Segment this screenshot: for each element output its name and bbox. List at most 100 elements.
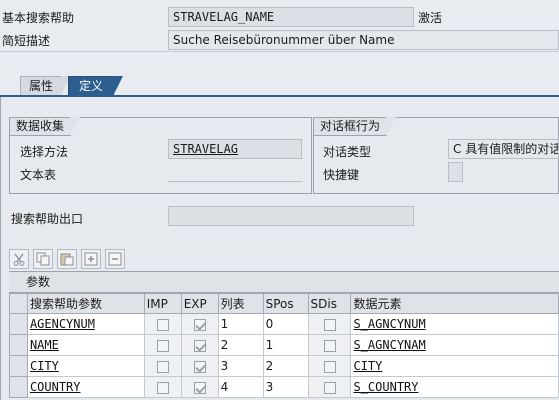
imp-cell[interactable] [143, 355, 182, 377]
paste-icon [60, 253, 74, 266]
sdis-cell[interactable] [307, 313, 352, 335]
short-description-field[interactable]: Suche Reisebüronummer über Name [168, 30, 559, 50]
header-divider [0, 51, 559, 52]
tab-definition[interactable]: 定义 [68, 76, 123, 96]
column-header-sdis[interactable]: SDis [307, 293, 352, 314]
imp-checkbox[interactable] [156, 381, 169, 394]
param-name-cell[interactable]: AGENCYNUM [26, 313, 145, 335]
param-name-cell[interactable]: NAME [26, 334, 145, 356]
list-pos-value: 3 [220, 359, 229, 373]
data-element-name[interactable]: CITY [353, 359, 382, 373]
exp-cell[interactable] [180, 355, 219, 377]
text-table-field[interactable] [168, 181, 302, 182]
selection-method-label: 选择方法 [20, 145, 69, 159]
delete-row-icon [108, 252, 122, 266]
data-element-cell[interactable]: S_AGNCYNAM [350, 334, 559, 356]
row-selector[interactable] [9, 334, 28, 356]
list-pos-value: 1 [220, 317, 229, 331]
spos-cell[interactable]: 3 [262, 376, 309, 398]
search-help-exit-label: 搜索帮助出口 [11, 212, 84, 226]
imp-checkbox[interactable] [156, 360, 169, 373]
spos-value: 0 [265, 317, 274, 331]
imp-cell[interactable] [143, 376, 182, 398]
spos-value: 2 [265, 359, 274, 373]
param-name-cell[interactable]: COUNTRY [26, 376, 145, 398]
exp-cell[interactable] [180, 313, 219, 335]
list-pos-cell[interactable]: 1 [217, 313, 264, 335]
exp-cell[interactable] [180, 376, 219, 398]
table-row[interactable]: COUNTRY 4 3 S_COUNTRY [9, 376, 559, 398]
list-pos-cell[interactable]: 3 [217, 355, 264, 377]
sdis-checkbox[interactable] [323, 339, 336, 352]
param-name[interactable]: COUNTRY [30, 380, 81, 394]
sdis-cell[interactable] [307, 355, 352, 377]
spos-cell[interactable]: 1 [262, 334, 309, 356]
list-pos-value: 4 [220, 380, 229, 394]
insert-row-icon [84, 252, 98, 266]
column-header-data-element[interactable]: 数据元素 [350, 293, 559, 314]
param-name[interactable]: NAME [30, 338, 59, 352]
row-selector[interactable] [9, 376, 28, 398]
table-row[interactable]: CITY 3 2 CITY [9, 355, 559, 377]
sdis-checkbox[interactable] [323, 360, 336, 373]
dialog-type-field[interactable]: C 具有值限制的对话 [448, 139, 559, 159]
sdis-checkbox[interactable] [323, 381, 336, 394]
param-name-cell[interactable]: CITY [26, 355, 145, 377]
spos-value: 1 [265, 338, 274, 352]
row-selector[interactable] [9, 355, 28, 377]
data-element-cell[interactable]: S_AGNCYNUM [350, 313, 559, 335]
parameters-table: 搜索帮助参数 IMP EXP 列表 SPos SDis 数据元素 AGENCYN… [9, 293, 559, 398]
dialog-behavior-title: 对话框行为 [314, 117, 397, 136]
data-collection-title: 数据收集 [10, 117, 81, 136]
column-header-exp[interactable]: EXP [180, 293, 219, 314]
row-selector[interactable] [9, 313, 28, 335]
dialog-type-label: 对话类型 [323, 145, 372, 159]
search-help-exit-field[interactable] [168, 206, 414, 226]
status-text: 激活 [418, 11, 443, 25]
text-table-label: 文本表 [20, 168, 57, 182]
paste-button[interactable] [57, 249, 77, 269]
sdis-cell[interactable] [307, 334, 352, 356]
exp-checkbox[interactable] [193, 381, 206, 394]
insert-row-button[interactable] [81, 249, 101, 269]
exp-checkbox[interactable] [193, 339, 206, 352]
parameters-table-title: 参数 [9, 271, 559, 293]
data-element-name[interactable]: S_COUNTRY [353, 380, 418, 394]
list-pos-value: 2 [220, 338, 229, 352]
column-header-param[interactable]: 搜索帮助参数 [26, 293, 145, 314]
sdis-cell[interactable] [307, 376, 352, 398]
spos-value: 3 [265, 380, 274, 394]
exp-checkbox[interactable] [193, 360, 206, 373]
imp-cell[interactable] [143, 313, 182, 335]
selection-method-field[interactable]: STRAVELAG [168, 139, 302, 159]
copy-button[interactable] [33, 249, 53, 269]
cut-button[interactable] [9, 249, 29, 269]
list-pos-cell[interactable]: 2 [217, 334, 264, 356]
delete-row-button[interactable] [105, 249, 125, 269]
exp-cell[interactable] [180, 334, 219, 356]
data-element-cell[interactable]: CITY [350, 355, 559, 377]
data-element-name[interactable]: S_AGNCYNUM [353, 317, 425, 331]
exp-checkbox[interactable] [193, 318, 206, 331]
table-row[interactable]: AGENCYNUM 1 0 S_AGNCYNUM [9, 313, 559, 335]
hotkey-field[interactable] [448, 162, 463, 182]
imp-checkbox[interactable] [156, 339, 169, 352]
param-name[interactable]: CITY [30, 359, 59, 373]
column-header-spos[interactable]: SPos [262, 293, 309, 314]
param-name[interactable]: AGENCYNUM [30, 317, 95, 331]
select-all-column[interactable] [9, 293, 28, 314]
column-header-imp[interactable]: IMP [143, 293, 182, 314]
search-help-label: 基本搜索帮助 [2, 11, 75, 25]
data-element-name[interactable]: S_AGNCYNAM [353, 338, 425, 352]
imp-checkbox[interactable] [156, 318, 169, 331]
spos-cell[interactable]: 0 [262, 313, 309, 335]
sdis-checkbox[interactable] [323, 318, 336, 331]
data-element-cell[interactable]: S_COUNTRY [350, 376, 559, 398]
column-header-list-pos[interactable]: 列表 [217, 293, 264, 314]
list-pos-cell[interactable]: 4 [217, 376, 264, 398]
imp-cell[interactable] [143, 334, 182, 356]
search-help-name-field[interactable]: STRAVELAG_NAME [168, 7, 414, 27]
table-row[interactable]: NAME 2 1 S_AGNCYNAM [9, 334, 559, 356]
tab-attributes[interactable]: 属性 [20, 76, 70, 96]
spos-cell[interactable]: 2 [262, 355, 309, 377]
